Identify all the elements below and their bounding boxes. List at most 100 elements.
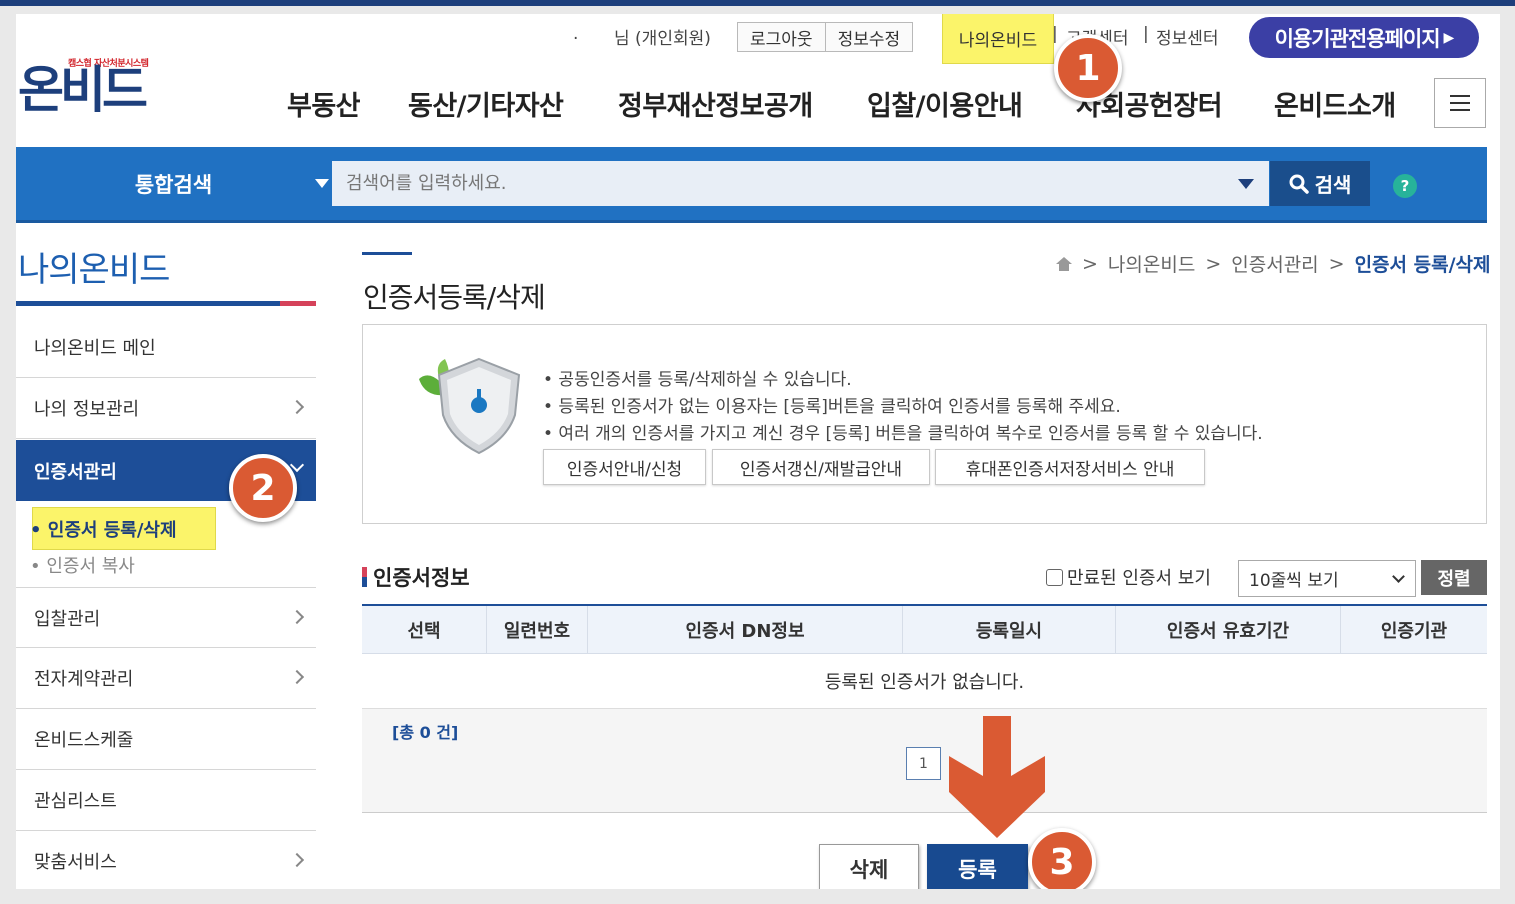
breadcrumb-sep: >: [1082, 252, 1098, 275]
sidebar-subitem-cert-copy[interactable]: • 인증서 복사: [30, 552, 135, 578]
onbid-logo[interactable]: 캠스협 자산처분시스템 온비드: [18, 54, 168, 120]
step-badge-1: 1: [1054, 34, 1122, 102]
sidebar-subitem-label: 인증서 등록/삭제: [47, 520, 177, 541]
cert-renew-guide-label: 인증서갱신/재발급안내: [739, 459, 903, 480]
dropdown-arrow-icon: [315, 179, 329, 188]
sidebar-title-underline: [16, 301, 316, 306]
show-expired-toggle[interactable]: 만료된 인증서 보기: [1046, 564, 1211, 590]
caret-right-icon: ▶: [1443, 29, 1455, 46]
sidebar-subitem-label: 인증서 복사: [46, 556, 135, 577]
total-count: [총 0 건]: [392, 723, 459, 742]
show-expired-label: 만료된 인증서 보기: [1067, 568, 1211, 589]
info-box: • 공동인증서를 등록/삭제하실 수 있습니다. • 등록된 인증서가 없는 이…: [362, 324, 1487, 524]
cert-guide-button[interactable]: 인증서안내/신청: [543, 449, 706, 485]
sidebar-item-custom-service[interactable]: 맞춤서비스: [16, 831, 316, 889]
breadcrumb-cert-management[interactable]: 인증서관리: [1231, 250, 1318, 277]
chevron-right-icon: [289, 669, 305, 685]
sidebar-item-label: 인증서관리: [34, 461, 117, 483]
info-line: • 등록된 인증서가 없는 이용자는 [등록]버튼을 클릭하여 인증서를 등록해…: [543, 397, 1121, 417]
page-size-value: 10줄씩 보기: [1249, 571, 1339, 591]
section-marker: [362, 567, 367, 587]
table-empty-row: 등록된 인증서가 없습니다.: [362, 654, 1487, 709]
util-sep-2: |: [1143, 24, 1149, 44]
home-icon[interactable]: [1056, 256, 1072, 271]
partner-page-label: 이용기관전용페이지: [1274, 26, 1441, 51]
column-header: 선택: [362, 606, 487, 653]
my-onbid-label: 나의온비드: [958, 30, 1038, 51]
sort-button[interactable]: 정렬: [1421, 560, 1487, 595]
gnb-movables[interactable]: 동산/기타자산: [408, 84, 564, 123]
user-greeting: 님 (개인회원): [614, 29, 711, 49]
sidebar-item-label: 맞춤서비스: [34, 852, 117, 873]
sidebar-item-watchlist[interactable]: 관심리스트: [16, 770, 316, 831]
breadcrumb-sep: >: [1328, 252, 1345, 275]
sidebar-item-label: 나의 정보관리: [34, 399, 140, 420]
search-scope-label: 통합검색: [134, 172, 213, 197]
breadcrumb-my-onbid[interactable]: 나의온비드: [1108, 250, 1195, 277]
cert-renew-guide-button[interactable]: 인증서갱신/재발급안내: [712, 449, 930, 485]
info-line: • 공동인증서를 등록/삭제하실 수 있습니다.: [543, 370, 852, 390]
gnb-real-estate[interactable]: 부동산: [287, 84, 361, 123]
step-badge-2: 2: [229, 454, 297, 522]
column-header: 인증서 DN정보: [588, 606, 903, 653]
search-icon: [1289, 174, 1309, 194]
sidebar-item-bid-management[interactable]: 입찰관리: [16, 587, 316, 648]
column-header: 인증기관: [1380, 620, 1448, 642]
section-title: 인증서정보: [362, 562, 470, 592]
gnb-bid-guide[interactable]: 입찰/이용안내: [867, 84, 1023, 123]
page-title: 인증서등록/삭제: [363, 281, 546, 314]
breadcrumb-sep: >: [1205, 252, 1222, 275]
page-number-button[interactable]: 1: [906, 747, 941, 780]
sidebar-item-label: 전자계약관리: [34, 669, 134, 690]
sidebar-item-label: 입찰관리: [34, 608, 101, 630]
page-size-select[interactable]: 10줄씩 보기: [1238, 560, 1416, 597]
sidebar-item-label: 나의온비드 메인: [34, 338, 156, 359]
help-icon[interactable]: ?: [1393, 174, 1417, 198]
info-center-link[interactable]: 정보센터: [1156, 24, 1219, 49]
account-links: 로그아웃 정보수정: [737, 22, 914, 52]
breadcrumb: > 나의온비드 > 인증서관리 > 인증서 등록/삭제: [1056, 250, 1491, 277]
cert-guide-label: 인증서안내/신청: [566, 459, 683, 480]
table-header: 선택 일련번호 인증서 DN정보 등록일시 인증서 유효기간 인증기관: [362, 604, 1487, 654]
show-expired-checkbox[interactable]: [1046, 568, 1063, 586]
search-button[interactable]: 검색: [1270, 161, 1370, 206]
sidebar-item-e-contract[interactable]: 전자계약관리: [16, 648, 316, 709]
sidebar-item-main[interactable]: 나의온비드 메인: [16, 317, 316, 378]
sidebar-item-schedule[interactable]: 온비드스케줄: [16, 709, 316, 770]
chevron-right-icon: [289, 609, 305, 625]
logo-text: 온비드: [18, 61, 148, 119]
step-badge-3: 3: [1028, 828, 1096, 889]
search-button-label: 검색: [1314, 173, 1352, 197]
info-line: • 여러 개의 인증서를 가지고 계신 경우 [등록] 버튼을 클릭하여 복수로…: [543, 424, 1263, 444]
search-bar: 통합검색 검색 ?: [16, 147, 1487, 223]
mobile-cert-guide-label: 휴대폰인증서저장서비스 안내: [965, 459, 1175, 480]
logout-link[interactable]: 로그아웃: [738, 25, 825, 50]
sidebar-item-label: 온비드스케줄: [34, 730, 134, 751]
sidebar-item-my-info[interactable]: 나의 정보관리: [16, 378, 316, 439]
delete-button[interactable]: 삭제: [819, 844, 919, 889]
section-title-label: 인증서정보: [373, 566, 470, 590]
sidebar-subitem-cert-register[interactable]: • 인증서 등록/삭제: [30, 516, 177, 542]
column-header: 등록일시: [903, 606, 1116, 653]
partner-page-button[interactable]: 이용기관전용페이지 ▶: [1249, 17, 1479, 58]
sidebar-item-label: 관심리스트: [34, 791, 117, 812]
column-header: 일련번호: [487, 606, 588, 653]
chevron-right-icon: [289, 852, 305, 868]
column-header: 인증서 유효기간: [1116, 606, 1341, 653]
table-footer: [총 0 건] 1: [362, 709, 1487, 813]
gnb-about[interactable]: 온비드소개: [1274, 84, 1396, 123]
edit-info-link[interactable]: 정보수정: [826, 25, 913, 50]
down-arrow-icon: [949, 716, 1045, 838]
search-history-arrow-icon[interactable]: [1238, 179, 1254, 189]
search-scope-select[interactable]: 통합검색: [16, 147, 331, 220]
gnb-gov-property[interactable]: 정부재산정보공개: [618, 84, 813, 123]
register-button[interactable]: 등록: [927, 844, 1028, 889]
top-accent-line: [0, 0, 1515, 6]
search-input[interactable]: [332, 161, 1269, 206]
my-onbid-link[interactable]: 나의온비드: [942, 14, 1054, 64]
mobile-cert-guide-button[interactable]: 휴대폰인증서저장서비스 안내: [935, 449, 1205, 485]
chevron-right-icon: [289, 399, 305, 415]
util-sep-1: |: [1052, 24, 1058, 44]
menu-icon[interactable]: [1434, 78, 1486, 128]
chevron-down-icon: [1392, 570, 1405, 583]
